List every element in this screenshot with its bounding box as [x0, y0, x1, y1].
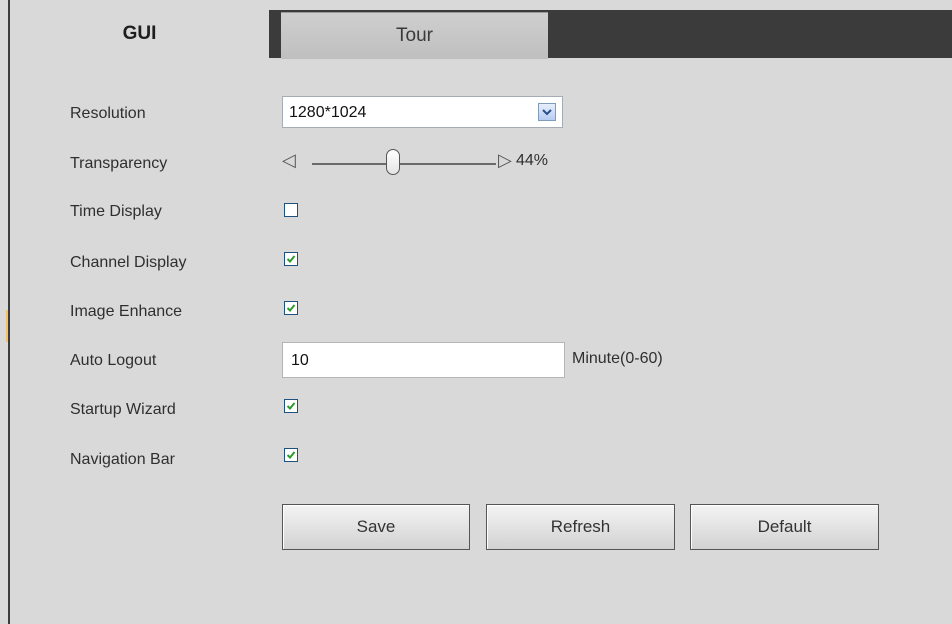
- startup-wizard-checkbox[interactable]: [284, 399, 298, 413]
- checkmark-icon: [286, 402, 296, 410]
- refresh-button[interactable]: Refresh: [486, 504, 675, 550]
- tab-bar: GUI Tour: [10, 10, 952, 59]
- checkmark-icon: [286, 304, 296, 312]
- slider-thumb[interactable]: [385, 149, 400, 175]
- focus-marker: [6, 310, 8, 342]
- triangle-left-icon[interactable]: ◁: [282, 150, 296, 171]
- resolution-label: Resolution: [70, 105, 146, 122]
- transparency-slider[interactable]: ◁ ▷ 44%: [282, 147, 582, 177]
- slider-track[interactable]: [312, 163, 496, 165]
- transparency-label: Transparency: [70, 155, 168, 172]
- time-display-label: Time Display: [70, 203, 162, 220]
- auto-logout-input[interactable]: 10: [282, 342, 565, 378]
- triangle-right-icon[interactable]: ▷: [498, 150, 512, 171]
- tab-tour[interactable]: Tour: [281, 12, 548, 59]
- channel-display-label: Channel Display: [70, 254, 187, 271]
- checkmark-icon: [286, 255, 296, 263]
- resolution-value: 1280*1024: [289, 104, 367, 121]
- image-enhance-checkbox[interactable]: [284, 301, 298, 315]
- save-button[interactable]: Save: [282, 504, 470, 550]
- tab-gui[interactable]: GUI: [10, 10, 269, 58]
- time-display-checkbox[interactable]: [284, 203, 298, 217]
- startup-wizard-label: Startup Wizard: [70, 401, 176, 418]
- window-border: [8, 0, 10, 624]
- image-enhance-label: Image Enhance: [70, 303, 183, 320]
- auto-logout-value: 10: [291, 352, 309, 369]
- chevron-down-icon[interactable]: [538, 103, 556, 121]
- checkmark-icon: [286, 451, 296, 459]
- channel-display-checkbox[interactable]: [284, 252, 298, 266]
- auto-logout-label: Auto Logout: [70, 352, 157, 369]
- transparency-value: 44%: [516, 152, 549, 169]
- auto-logout-unit: Minute(0-60): [572, 350, 663, 367]
- resolution-select[interactable]: 1280*1024: [282, 96, 563, 128]
- default-button[interactable]: Default: [690, 504, 879, 550]
- navigation-bar-checkbox[interactable]: [284, 448, 298, 462]
- navigation-bar-label: Navigation Bar: [70, 451, 175, 468]
